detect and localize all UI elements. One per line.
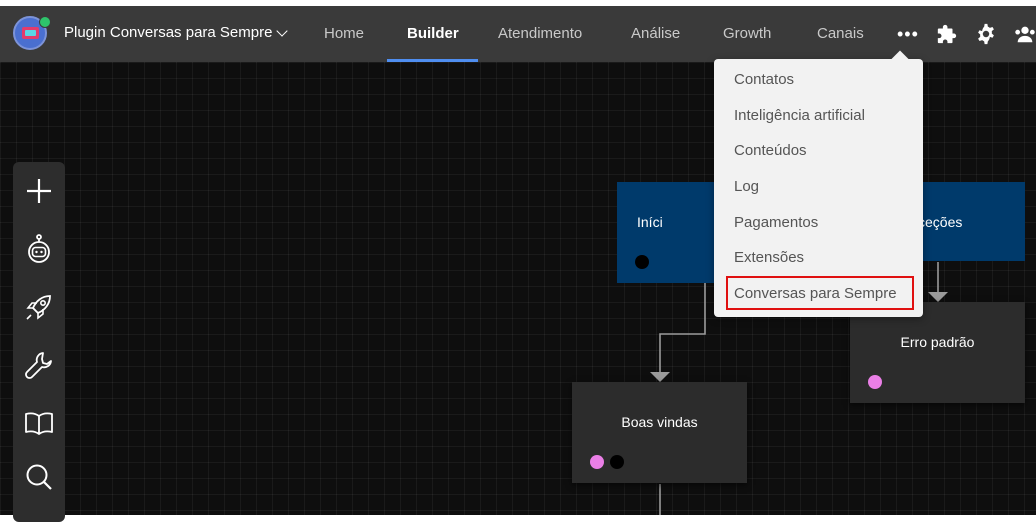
book-icon[interactable] — [23, 407, 55, 439]
wrench-icon[interactable] — [23, 349, 55, 381]
nav-atendimento[interactable]: Atendimento — [498, 6, 582, 62]
nav-home[interactable]: Home — [324, 6, 364, 62]
rocket-icon[interactable] — [23, 291, 55, 323]
chevron-down-icon — [276, 24, 289, 37]
flow-node-inicio[interactable]: Iníci — [617, 182, 717, 283]
more-options-icon[interactable]: ••• — [897, 24, 918, 44]
highlight-annotation-box — [726, 276, 914, 310]
search-icon[interactable] — [23, 461, 55, 493]
menu-item-contatos[interactable]: Contatos — [734, 71, 794, 88]
nav-builder[interactable]: Builder — [407, 6, 459, 62]
menu-item-pagamentos[interactable]: Pagamentos — [734, 214, 818, 231]
top-navigation-bar: Plugin Conversas para Sempre Home Builde… — [0, 6, 1036, 62]
avatar-screen-inner — [25, 30, 36, 36]
node-title: ceções — [918, 214, 963, 230]
bot-avatar[interactable] — [13, 16, 51, 50]
plus-icon[interactable] — [23, 175, 55, 207]
gear-icon[interactable] — [975, 23, 997, 45]
bot-name-label: Plugin Conversas para Sempre — [64, 24, 273, 41]
nav-canais[interactable]: Canais — [817, 6, 864, 62]
node-title: Iníci — [637, 214, 663, 230]
nav-growth[interactable]: Growth — [723, 6, 771, 62]
node-input-port[interactable] — [590, 455, 604, 469]
bot-selector[interactable]: Plugin Conversas para Sempre — [64, 24, 289, 41]
flow-node-boas-vindas[interactable]: Boas vindas — [572, 382, 747, 483]
online-status-dot — [39, 16, 51, 28]
builder-toolbar — [13, 162, 65, 522]
node-input-port[interactable] — [868, 375, 882, 389]
menu-item-conteudos[interactable]: Conteúdos — [734, 142, 807, 159]
node-output-port[interactable] — [610, 455, 624, 469]
menu-item-log[interactable]: Log — [734, 178, 759, 195]
flow-node-erro-padrao[interactable]: Erro padrão — [850, 302, 1025, 403]
menu-item-extensoes[interactable]: Extensões — [734, 249, 804, 266]
node-title: Erro padrão — [900, 334, 975, 350]
users-icon[interactable] — [1014, 23, 1036, 45]
puzzle-icon[interactable] — [936, 23, 958, 45]
menu-item-inteligencia-artificial[interactable]: Inteligência artificial — [734, 107, 865, 124]
node-title: Boas vindas — [621, 414, 698, 430]
robot-icon[interactable] — [23, 233, 55, 265]
node-output-port[interactable] — [635, 255, 649, 269]
nav-analise[interactable]: Análise — [631, 6, 680, 62]
